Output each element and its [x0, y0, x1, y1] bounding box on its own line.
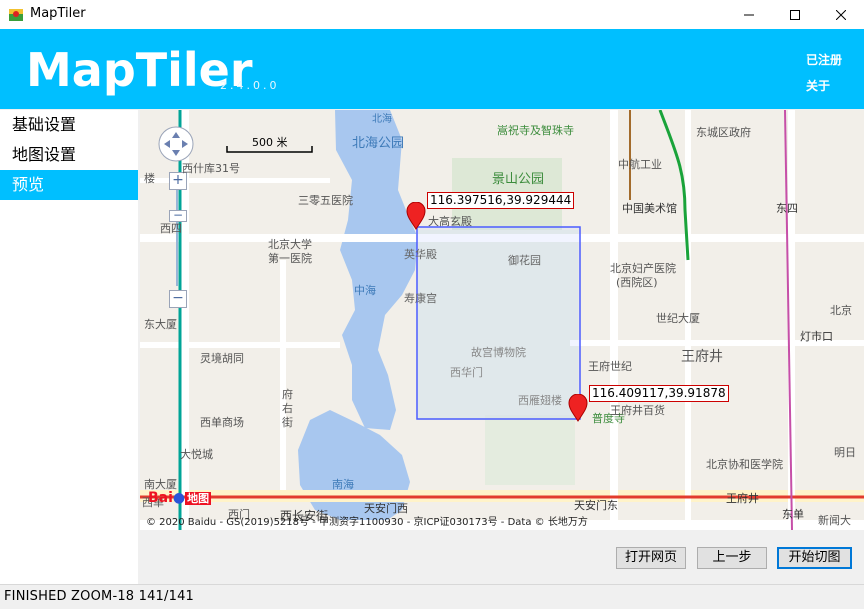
open-webpage-button[interactable]: 打开网页 [616, 547, 686, 569]
sidebar-item-map-settings[interactable]: 地图设置 [0, 140, 138, 170]
map-label: 寿康宫 [404, 292, 437, 305]
marker-se-icon[interactable] [568, 394, 588, 422]
map-label: 东大厦 [144, 318, 177, 331]
maptiler-app-icon [9, 9, 23, 21]
map-label: 中国美术馆 [622, 202, 677, 215]
map-label: 大悦城 [180, 448, 213, 461]
map-label: 明日 [834, 446, 856, 459]
previous-step-button[interactable]: 上一步 [697, 547, 767, 569]
map-label: 王府井 [681, 349, 723, 365]
marker-nw-icon[interactable] [406, 202, 426, 230]
about-link[interactable]: 关于 [806, 77, 830, 94]
map-label: 大高玄殿 [428, 215, 472, 228]
map-label: 王府井 [726, 492, 759, 505]
map-label: 世纪大厦 [656, 312, 700, 325]
map-label: 天安门东 [574, 499, 618, 512]
pan-control-icon[interactable] [158, 126, 194, 162]
map-label: 中海 [354, 284, 376, 297]
map-label: 楼 [144, 172, 155, 185]
brand-logo-text: MapTiler [26, 43, 253, 97]
sidebar-item-basic-settings[interactable]: 基础设置 [0, 110, 138, 140]
map-label: 新闻大 [818, 514, 851, 527]
map-label: 北京 [830, 304, 852, 317]
close-icon [836, 9, 846, 20]
map-label: 灵境胡同 [200, 352, 244, 365]
sidebar-item-preview[interactable]: 预览 [0, 170, 138, 200]
map-label: 第一医院 [268, 252, 312, 265]
map-preview[interactable]: + − − 500 米 116.397516,39.929444 116.409… [140, 110, 864, 530]
map-label: 北海 [372, 114, 392, 125]
map-label: 西单商场 [200, 416, 244, 429]
map-label: 王府井百货 [610, 404, 665, 417]
minimize-button[interactable] [726, 0, 772, 29]
window-title: MapTiler [30, 6, 86, 21]
version-label: 2.4.0.0 [220, 79, 280, 92]
marker-nw-label: 116.397516,39.929444 [427, 192, 575, 209]
map-label: 英华殿 [404, 248, 437, 261]
map-label: 西华门 [450, 366, 483, 379]
map-label: 嵩祝寺及智珠寺 [497, 124, 574, 137]
map-label: 中航工业 [618, 158, 662, 171]
minimize-icon [744, 14, 754, 15]
map-label: 东四 [776, 202, 798, 215]
status-text: FINISHED ZOOM-18 141/141 [4, 589, 195, 604]
map-label: 街 [282, 416, 293, 429]
map-label: 东单 [782, 508, 804, 521]
map-label: 北京协和医学院 [706, 458, 783, 471]
scale-label: 500 米 [252, 136, 288, 149]
map-label: 灯市口 [800, 330, 833, 343]
map-label: 西四 [160, 222, 182, 235]
zoom-slider-track[interactable] [176, 190, 178, 286]
map-label: 南海 [332, 478, 354, 491]
registered-link[interactable]: 已注册 [806, 51, 842, 68]
map-label: (西院区) [616, 276, 658, 289]
start-tiling-button[interactable]: 开始切图 [777, 547, 852, 569]
map-label: 故宫博物院 [471, 346, 526, 359]
map-label: 景山公园 [492, 172, 545, 187]
header-banner: MapTiler 2.4.0.0 已注册 关于 [0, 29, 864, 109]
marker-se-label: 116.409117,39.91878 [589, 385, 729, 402]
sidebar-nav: 基础设置 地图设置 预览 [0, 110, 138, 584]
map-label: 北海公园 [352, 136, 405, 151]
map-label: 王府世纪 [588, 360, 632, 373]
baidu-logo: Bai● 地图 [148, 490, 212, 506]
map-label: 东城区政府 [696, 126, 751, 139]
title-bar: MapTiler [0, 0, 864, 29]
maximize-button[interactable] [772, 0, 818, 29]
map-label: 御花园 [508, 254, 541, 267]
status-bar: FINISHED ZOOM-18 141/141 [0, 584, 864, 609]
close-button[interactable] [818, 0, 864, 29]
zoom-out-button[interactable]: − [169, 290, 187, 308]
map-label: 西雁翅楼 [518, 394, 562, 407]
map-label: 西什库31号 [182, 162, 240, 175]
maximize-icon [790, 9, 800, 20]
map-copyright: © 2020 Baidu - GS(2019)5218号 - 甲测资字11009… [146, 517, 588, 528]
map-label: 三零五医院 [298, 194, 353, 207]
